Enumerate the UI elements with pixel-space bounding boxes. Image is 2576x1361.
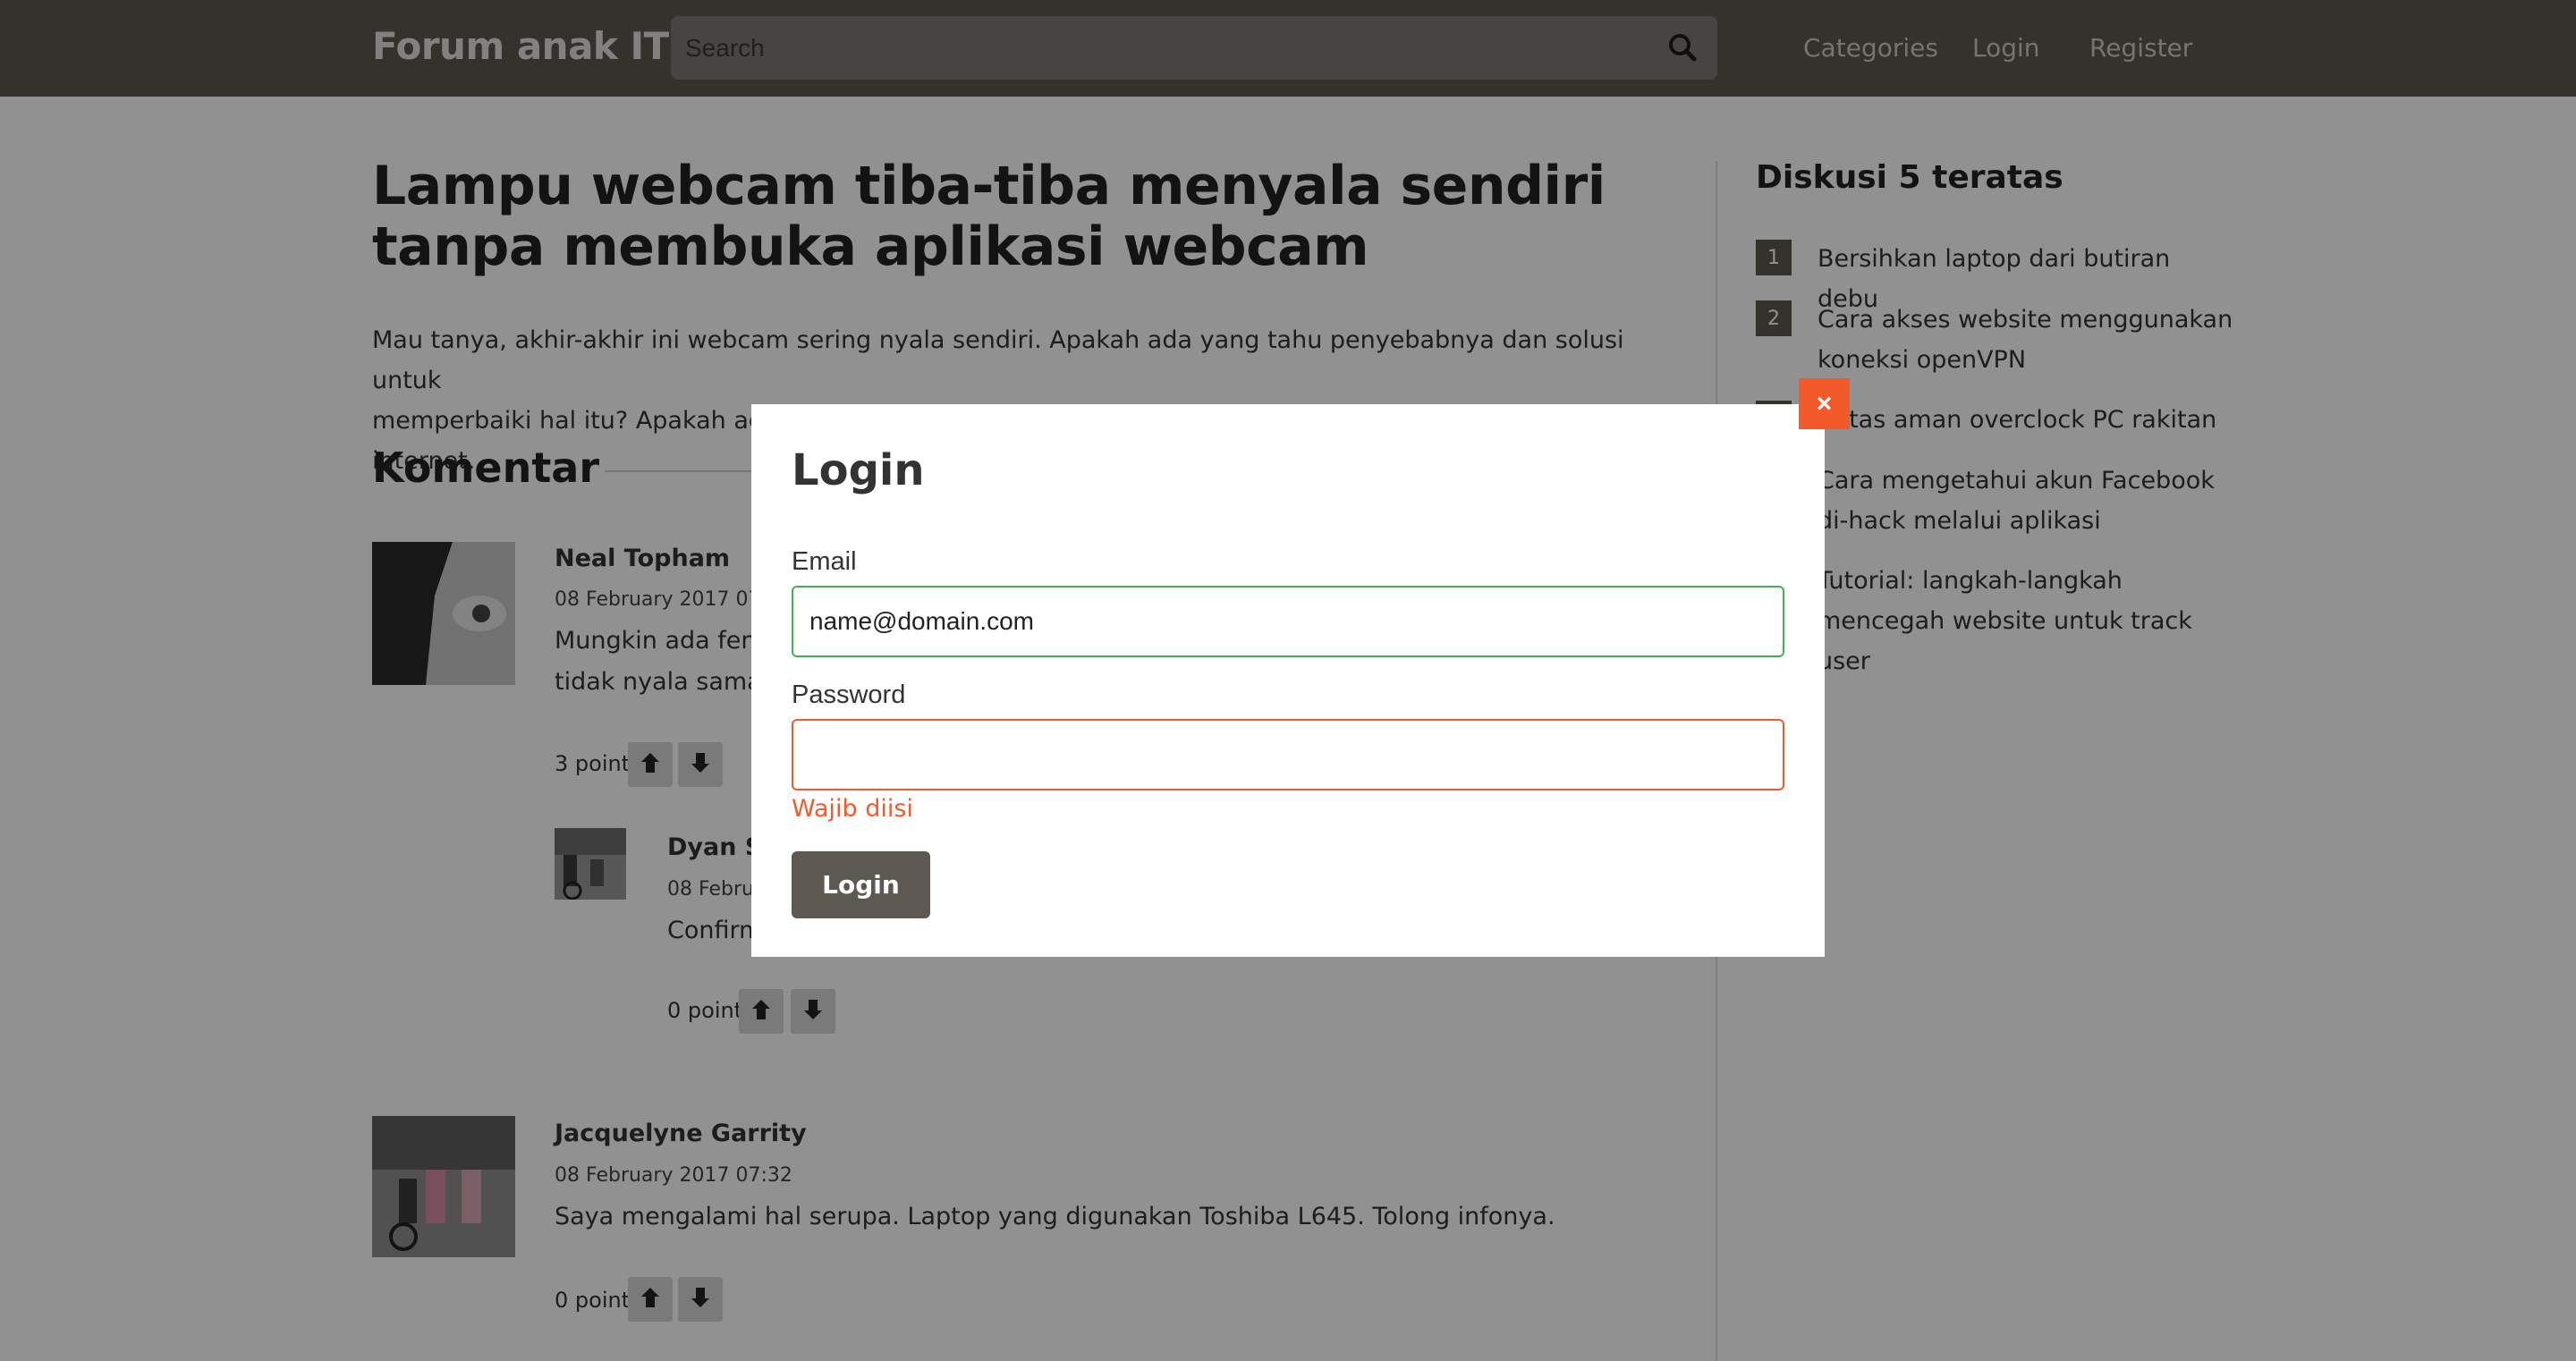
close-button[interactable]: × [1799,378,1850,429]
login-modal: Login Email Password Wajib diisi Login [751,404,1825,957]
close-icon: × [1816,388,1833,418]
modal-title: Login [792,445,925,495]
email-label: Email [792,547,857,576]
email-field[interactable] [792,586,1784,657]
password-field[interactable] [792,719,1784,790]
password-error-message: Wajib diisi [792,795,913,823]
password-label: Password [792,680,906,709]
login-submit-button[interactable]: Login [792,851,930,918]
